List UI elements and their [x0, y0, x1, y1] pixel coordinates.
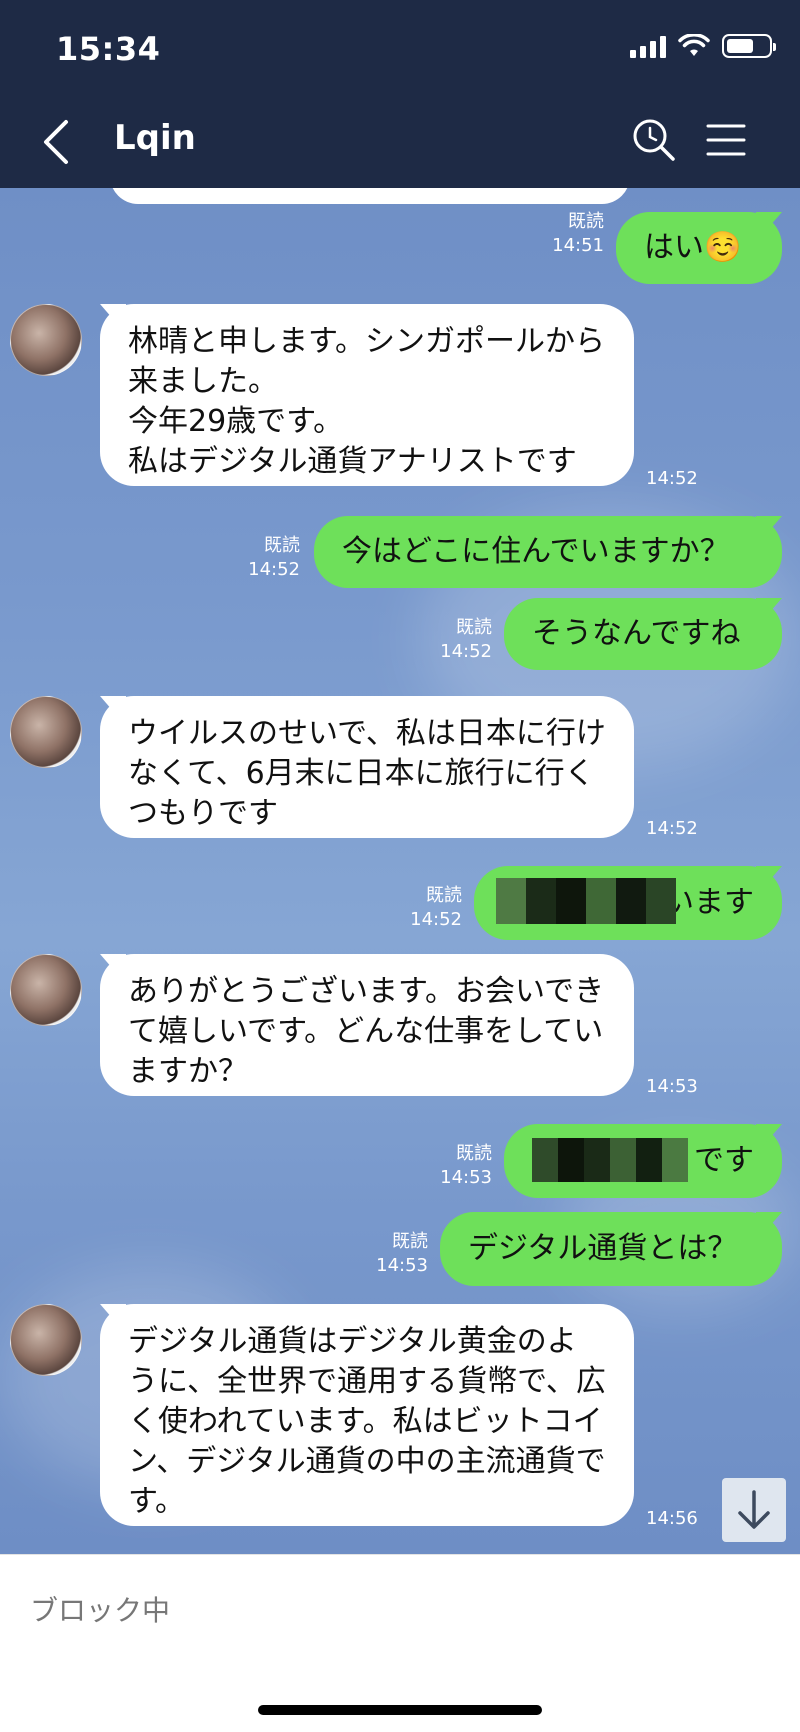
- back-icon[interactable]: [36, 116, 80, 168]
- incoming-message[interactable]: 林晴と申します。シンガポールから来ました。 今年29歳です。 私はデジタル通貨ア…: [100, 304, 634, 486]
- input-area: ブロック中: [0, 1554, 800, 1732]
- censored-area: [496, 878, 676, 924]
- message-text: です: [694, 1143, 754, 1178]
- arrow-down-icon: [738, 1490, 770, 1529]
- outgoing-message[interactable]: はい☺️: [616, 212, 782, 284]
- search-icon[interactable]: [630, 116, 678, 164]
- read-receipt: 既読 14:52: [248, 535, 300, 580]
- incoming-message[interactable]: ありがとうございます。お会いできて嬉しいです。どんな仕事をしていますか？: [100, 954, 634, 1096]
- read-receipt: 既読 14:52: [440, 617, 492, 662]
- outgoing-message[interactable]: 今はどこに住んでいますか？: [314, 516, 782, 588]
- outgoing-message[interactable]: そうなんですね: [504, 598, 782, 670]
- chat-area[interactable]: 既読 14:51 はい☺️ 林晴と申します。シンガポールから来ました。 今年29歳…: [0, 188, 800, 1554]
- battery-icon: [722, 34, 776, 58]
- message-time: 14:56: [646, 1508, 698, 1529]
- read-receipt: 既読 14:53: [440, 1143, 492, 1188]
- message-time: 14:53: [646, 1076, 698, 1097]
- message-text: います: [664, 885, 754, 920]
- avatar[interactable]: [10, 954, 82, 1026]
- outgoing-message[interactable]: デジタル通貨とは？: [440, 1212, 782, 1286]
- status-time: 15:34: [56, 30, 161, 68]
- incoming-message[interactable]: ウイルスのせいで、私は日本に行けなくて、6月末に日本に旅行に行くつもりです: [100, 696, 634, 838]
- wifi-icon: [678, 34, 710, 56]
- home-indicator[interactable]: [258, 1705, 542, 1715]
- message-time: 14:52: [646, 468, 698, 489]
- blocked-status: ブロック中: [30, 1594, 171, 1627]
- censored-area: [532, 1138, 688, 1182]
- menu-icon[interactable]: [704, 120, 748, 160]
- avatar[interactable]: [10, 696, 82, 768]
- scroll-to-bottom-button[interactable]: [722, 1478, 786, 1542]
- message-time: 14:52: [646, 818, 698, 839]
- avatar[interactable]: [10, 304, 82, 376]
- status-bar: 15:34: [0, 0, 800, 96]
- signal-icon: [630, 34, 666, 58]
- chat-title: Lqin: [114, 118, 196, 158]
- previous-message-bubble: [110, 188, 630, 204]
- read-receipt: 既読 14:51: [552, 211, 604, 256]
- chat-header: Lqin: [0, 96, 800, 188]
- read-receipt: 既読 14:52: [410, 885, 462, 930]
- avatar[interactable]: [10, 1304, 82, 1376]
- read-receipt: 既読 14:53: [376, 1231, 428, 1276]
- status-icons: [630, 34, 776, 58]
- incoming-message[interactable]: デジタル通貨はデジタル黄金のように、全世界で通用する貨幣で、広く使われています。…: [100, 1304, 634, 1526]
